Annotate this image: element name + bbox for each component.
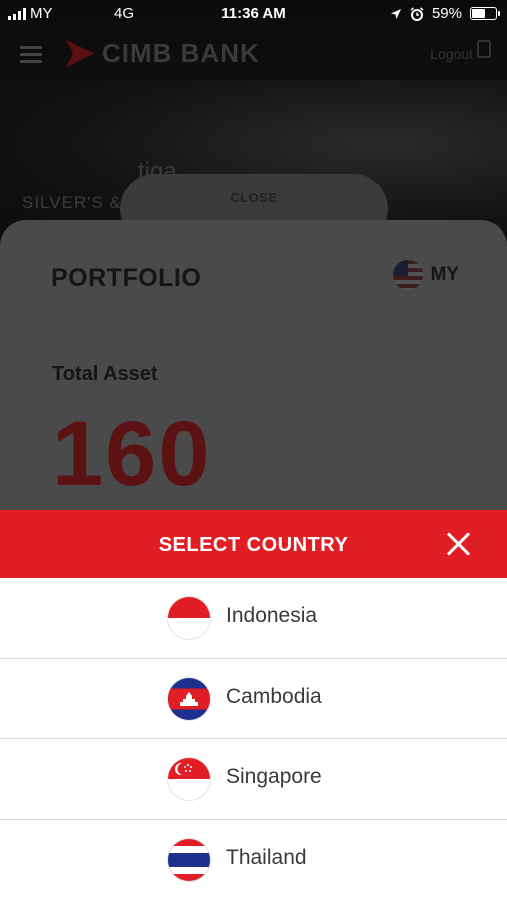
country-option-indonesia[interactable]: Indonesia <box>0 578 507 659</box>
cambodia-flag-icon <box>168 677 210 720</box>
select-country-title: SELECT COUNTRY <box>158 534 349 556</box>
malaysia-flag-icon <box>392 260 423 290</box>
status-right: 59% <box>390 5 500 22</box>
status-bar: MY 4G 11:36 AM 59% <box>0 0 507 28</box>
location-arrow-icon <box>390 8 401 19</box>
total-asset-value: 160 <box>52 403 212 505</box>
alarm-icon <box>410 6 424 21</box>
brand-name: CIMB BANK <box>102 38 260 68</box>
logout-icon[interactable] <box>477 40 491 58</box>
hamburger-menu-icon[interactable] <box>20 46 42 63</box>
app-header: CIMB BANK Logout <box>0 28 507 80</box>
thailand-flag-icon <box>168 838 210 881</box>
portfolio-title: PORTFOLIO <box>51 264 202 292</box>
singapore-flag-icon <box>168 758 210 800</box>
total-asset-label: Total Asset <box>52 363 158 385</box>
brand-logo: CIMB BANK <box>66 38 260 69</box>
battery-percent: 59% <box>431 5 462 22</box>
brand-logo-mark-icon <box>66 39 94 68</box>
country-selector[interactable]: MY <box>392 260 460 290</box>
modal-close-icon[interactable] <box>445 531 471 557</box>
country-name: Cambodia <box>226 684 322 708</box>
indonesia-flag-icon <box>168 597 210 639</box>
country-option-cambodia[interactable]: Cambodia <box>0 659 507 739</box>
battery-icon <box>470 7 500 20</box>
country-name: Thailand <box>226 845 307 869</box>
close-button-label: CLOSE <box>230 190 278 205</box>
logout-link[interactable]: Logout <box>430 46 473 62</box>
country-option-thailand[interactable]: Thailand <box>0 820 507 900</box>
country-code: MY <box>430 264 460 285</box>
country-option-singapore[interactable]: Singapore <box>0 739 507 820</box>
country-list: Indonesia Cambodia Singapore Thailand <box>0 578 507 900</box>
battery-fill <box>472 9 485 18</box>
select-country-header: SELECT COUNTRY <box>0 510 507 578</box>
country-name: Singapore <box>226 765 322 788</box>
country-name: Indonesia <box>226 604 318 627</box>
